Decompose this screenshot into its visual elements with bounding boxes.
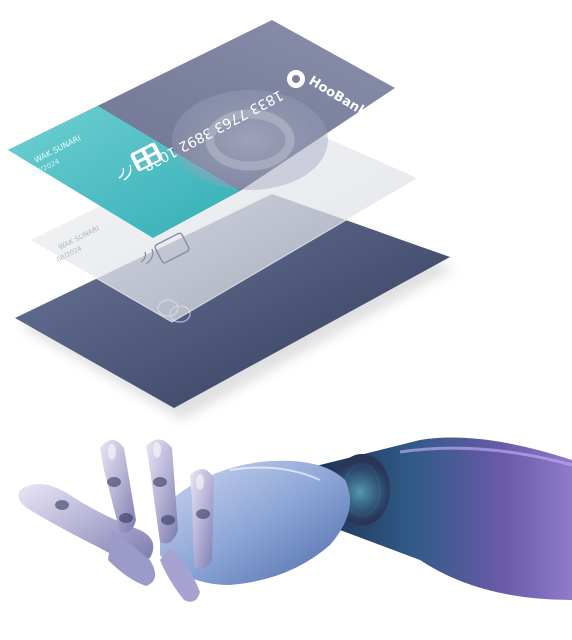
cards-and-hand-svg: WAK SUNARI 08/2024 HooBank 1833 7763 389… bbox=[8, 20, 572, 602]
hoobank-logo-icon bbox=[287, 70, 305, 88]
hero-illustration: WAK SUNARI 08/2024 HooBank 1833 7763 389… bbox=[0, 0, 572, 640]
robot-hand-illustration bbox=[18, 437, 572, 602]
